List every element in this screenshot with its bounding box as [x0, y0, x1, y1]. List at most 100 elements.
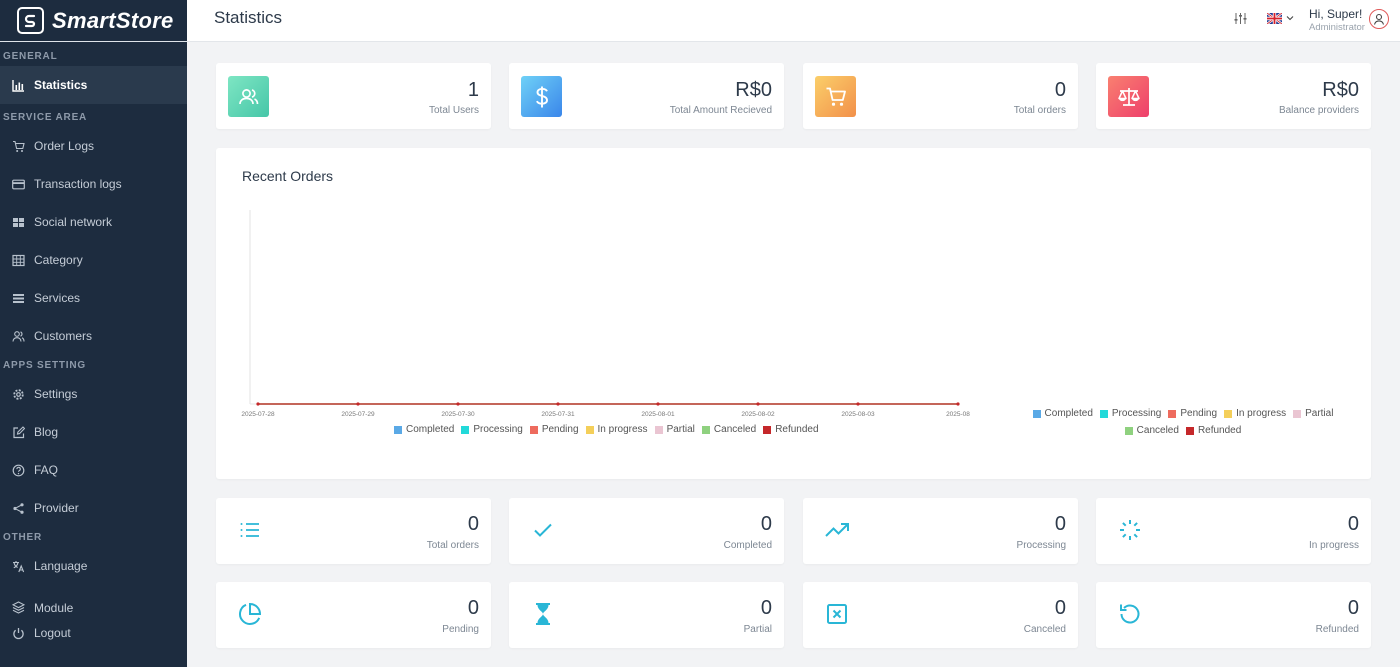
- count-card-total-orders: 0 Total orders: [216, 498, 491, 564]
- stat-icon-box: [1108, 76, 1149, 117]
- stat-card-total-orders: 0 Total orders: [803, 63, 1078, 129]
- legend-item[interactable]: Partial: [1293, 408, 1333, 419]
- stat-icon-box: [228, 76, 269, 117]
- nav-section-general: GENERAL: [3, 50, 58, 62]
- data-point: [256, 402, 260, 406]
- list-icon: [240, 523, 259, 537]
- legend-swatch: [1185, 426, 1194, 435]
- legend-item[interactable]: Processing: [461, 424, 523, 435]
- count-label: Canceled: [1023, 624, 1066, 635]
- loader-icon: [1120, 520, 1140, 540]
- power-icon: [13, 627, 24, 639]
- count-label: Pending: [442, 624, 479, 635]
- x-tick-label: 2025-07-29: [341, 411, 375, 418]
- sidebar-item-label: Statistics: [34, 78, 88, 92]
- count-label: Partial: [743, 624, 772, 635]
- dollar-icon: [535, 86, 548, 107]
- chevron-down-icon[interactable]: [1286, 14, 1294, 22]
- translate-icon: [13, 560, 25, 572]
- legend-item[interactable]: In progress: [1224, 408, 1286, 419]
- recent-orders-card: Recent Orders 2025-07-28 2025-07-29 2025-0…: [216, 148, 1371, 479]
- chart-legend-bottom: Completed Processing Pending In progress Par…: [394, 424, 819, 435]
- sidebar-item-label: Social network: [34, 215, 113, 229]
- sidebar-item-services[interactable]: Services: [0, 279, 187, 317]
- legend-swatch: [529, 425, 538, 434]
- stat-value: R$0: [1322, 79, 1359, 101]
- sidebar-item-module[interactable]: Module: [0, 589, 187, 626]
- sidebar-item-label: Category: [34, 253, 83, 267]
- legend-item[interactable]: Refunded: [1185, 425, 1242, 436]
- legend-label: Pending: [1180, 408, 1218, 419]
- legend-item[interactable]: Canceled: [1124, 425, 1179, 436]
- x-square-icon: [827, 604, 847, 624]
- legend-label: Refunded: [1197, 425, 1242, 436]
- user-greeting[interactable]: Hi, Super!: [1309, 7, 1362, 21]
- user-role: Administrator: [1309, 22, 1365, 33]
- gear-icon: [13, 388, 24, 400]
- layers-icon: [12, 601, 25, 614]
- legend-swatch: [1099, 409, 1108, 418]
- sidebar-item-provider[interactable]: Provider: [0, 489, 187, 527]
- sidebar-item-blog[interactable]: Blog: [0, 413, 187, 451]
- sidebar-item-customers[interactable]: Customers: [0, 317, 187, 355]
- legend-item[interactable]: Refunded: [763, 424, 819, 435]
- sidebar-item-order-logs[interactable]: Order Logs: [0, 127, 187, 165]
- legend-label: Processing: [473, 424, 523, 435]
- sidebar-item-settings[interactable]: Settings: [0, 375, 187, 413]
- legend-item[interactable]: Processing: [1099, 408, 1161, 419]
- legend-row: Canceled Refunded: [1028, 425, 1338, 436]
- top-bar: Statistics Hi, Super! Administrator: [187, 0, 1400, 42]
- nav-section-other: OTHER: [3, 531, 42, 543]
- legend-swatch: [585, 425, 594, 434]
- x-tick-label: 2025-08: [946, 411, 970, 418]
- avatar[interactable]: [1369, 9, 1389, 29]
- legend-swatch: [1032, 409, 1041, 418]
- grid-icon: [13, 217, 24, 227]
- sidebar-item-label: Blog: [34, 425, 59, 439]
- sidebar-item-statistics[interactable]: Statistics: [0, 66, 187, 104]
- sidebar-item-language[interactable]: Language: [0, 547, 187, 585]
- stat-icon-box: [815, 76, 856, 117]
- sidebar-item-social-network[interactable]: Social network: [0, 203, 187, 241]
- x-tick-label: 2025-08-01: [641, 411, 675, 418]
- legend-swatch: [763, 425, 772, 434]
- legend-item[interactable]: Pending: [1168, 408, 1217, 419]
- count-label: In progress: [1308, 540, 1359, 551]
- data-point: [556, 402, 560, 406]
- legend-item[interactable]: Completed: [1032, 408, 1093, 419]
- legend-item[interactable]: Completed: [394, 424, 454, 435]
- sidebar-item-label: Order Logs: [34, 139, 95, 153]
- legend-item[interactable]: Partial: [654, 424, 695, 435]
- sidebar-item-label: Services: [34, 291, 81, 305]
- sidebar-item-faq[interactable]: FAQ: [0, 451, 187, 489]
- legend-item[interactable]: In progress: [585, 424, 648, 435]
- legend-swatch: [461, 425, 470, 434]
- count-value: 0: [1054, 597, 1066, 619]
- sliders-icon[interactable]: [1234, 12, 1247, 25]
- legend-label: Partial: [1305, 408, 1334, 419]
- sidebar-item-category[interactable]: Category: [0, 241, 187, 279]
- stat-icon-box: [521, 76, 562, 117]
- chart-title: Recent Orders: [242, 168, 334, 184]
- uk-flag-icon[interactable]: [1267, 13, 1282, 24]
- sidebar-item-logout[interactable]: Logout: [0, 626, 187, 640]
- legend-label: In progress: [1236, 408, 1287, 419]
- data-point: [856, 402, 860, 406]
- legend-label: Completed: [1044, 408, 1093, 419]
- refresh-icon: [1120, 604, 1140, 624]
- count-card-pending: 0 Pending: [216, 582, 491, 648]
- stat-label: Balance providers: [1278, 105, 1359, 116]
- users-icon: [12, 330, 25, 342]
- edit-icon: [13, 425, 25, 438]
- brand-logo[interactable]: SmartStore: [0, 0, 187, 42]
- nav-section-apps-setting: APPS SETTING: [3, 359, 86, 371]
- count-label: Total orders: [426, 540, 479, 551]
- page-title: Statistics: [214, 8, 283, 27]
- share-icon: [13, 502, 24, 514]
- legend-item[interactable]: Pending: [529, 424, 579, 435]
- count-label: Refunded: [1315, 624, 1359, 635]
- sidebar-item-transaction-logs[interactable]: Transaction logs: [0, 165, 187, 203]
- user-circle-icon: [1373, 13, 1385, 25]
- legend-item[interactable]: Canceled: [701, 424, 756, 435]
- legend-swatch: [701, 425, 710, 434]
